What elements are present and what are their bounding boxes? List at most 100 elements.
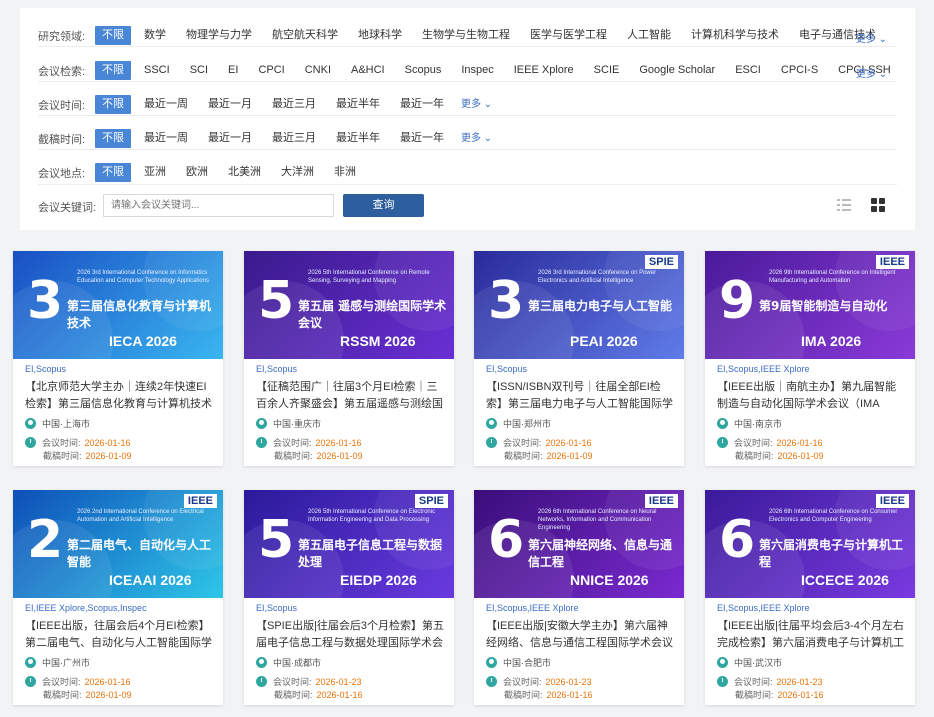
- banner-chinese-title: 第三届信息化教育与计算机技术: [67, 299, 212, 330]
- filter-option-index-1[interactable]: SSCI: [137, 61, 177, 80]
- banner-english-title: 2026 5th International Conference on Ele…: [308, 509, 436, 523]
- conference-banner-image[interactable]: 9 2026 9th International Conference on I…: [705, 251, 915, 359]
- submission-deadline: 截稿时间: 2026-01-16: [504, 690, 593, 700]
- conference-banner-image[interactable]: 3 2026 3rd International Conference on P…: [474, 251, 684, 359]
- banner-chinese-title: 第二届电气、自动化与人工智能: [67, 538, 212, 569]
- filter-label-deadline: 截稿时间:: [38, 134, 86, 146]
- conference-card[interactable]: 9 2026 9th International Conference on I…: [705, 251, 915, 466]
- conference-title-link[interactable]: 【IEEE出版｜南航主办】第九届智能制造与自动化国际学术会议（IMA 2026）: [717, 379, 907, 413]
- search-button[interactable]: 查询: [343, 194, 424, 217]
- conference-card[interactable]: 3 2026 3rd International Conference on P…: [474, 251, 684, 466]
- conference-card[interactable]: 6 2026 6th International Conference on C…: [705, 490, 915, 705]
- filter-option-deadline-1[interactable]: 最近一周: [137, 129, 195, 148]
- banner-acronym: RSSM 2026: [340, 333, 416, 349]
- filter-option-index-9[interactable]: IEEE Xplore: [507, 61, 581, 80]
- conference-card[interactable]: 3 2026 3rd International Conference on I…: [13, 251, 223, 466]
- conference-location: 中国·广州市: [25, 656, 90, 669]
- filter-option-fields-5[interactable]: 生物学与生物工程: [415, 26, 517, 45]
- conference-banner-image[interactable]: 3 2026 3rd International Conference on I…: [13, 251, 223, 359]
- conference-banner-image[interactable]: 2 2026 2nd International Conference on E…: [13, 490, 223, 598]
- filter-option-time-2[interactable]: 最近一月: [201, 95, 259, 114]
- filter-options-place: 不限 亚洲 欧洲 北美洲 大洋洲 非洲: [95, 163, 369, 182]
- filter-option-time-3[interactable]: 最近三月: [265, 95, 323, 114]
- divider: [38, 115, 897, 116]
- more-index-link[interactable]: 更多 ⌄: [856, 65, 887, 80]
- filter-option-index-5[interactable]: CNKI: [298, 61, 338, 80]
- filter-option-index-4[interactable]: CPCI: [251, 61, 291, 80]
- filter-option-fields-3[interactable]: 航空航天科学: [265, 26, 345, 45]
- publisher-badge: IEEE: [875, 255, 909, 269]
- banner-acronym: PEAI 2026: [570, 333, 638, 349]
- location-pin-icon: [256, 657, 267, 668]
- grid-view-icon[interactable]: [871, 198, 885, 212]
- more-fields-link[interactable]: 更多 ⌄: [856, 30, 887, 45]
- conference-title-link[interactable]: 【IEEE出版|往届平均会后3-4个月左右完成检索】第六届消费电子与计算机工程: [717, 618, 907, 652]
- keyword-search-input[interactable]: [103, 194, 334, 217]
- filter-option-index-11[interactable]: Google Scholar: [632, 61, 722, 80]
- conference-title-link[interactable]: 【征稿范围广｜往届3个月EI检索｜三百余人齐聚盛会】第五届遥感与测绘国际学术会议: [256, 379, 446, 413]
- filter-option-place-1[interactable]: 亚洲: [137, 163, 173, 182]
- conference-title-link[interactable]: 【ISSN/ISBN双刊号｜往届全部EI检索】第三届电力电子与人工智能国际学术会…: [486, 379, 676, 413]
- filter-option-fields-8[interactable]: 计算机科学与技术: [684, 26, 786, 45]
- filter-option-time-5[interactable]: 最近一年: [393, 95, 451, 114]
- filter-option-index-10[interactable]: SCIE: [587, 61, 627, 80]
- list-view-icon[interactable]: [837, 198, 851, 212]
- filter-option-deadline-3[interactable]: 最近三月: [265, 129, 323, 148]
- divider: [38, 46, 897, 47]
- conference-date: 会议时间: 2026-01-23: [717, 675, 823, 688]
- filter-row-place: 会议地点: 不限 亚洲 欧洲 北美洲 大洋洲 非洲: [20, 153, 915, 187]
- conference-location: 中国·重庆市: [256, 417, 321, 430]
- filter-option-deadline-5[interactable]: 最近一年: [393, 129, 451, 148]
- banner-edition-number: 5: [258, 510, 295, 570]
- filter-option-index-2[interactable]: SCI: [183, 61, 215, 80]
- filter-option-place-5[interactable]: 非洲: [327, 163, 363, 182]
- filter-option-place-2[interactable]: 欧洲: [179, 163, 215, 182]
- filter-option-index-8[interactable]: Inspec: [454, 61, 500, 80]
- conference-title-link[interactable]: 【IEEE出版|安徽大学主办】第六届神经网络、信息与通信工程国际学术会议（N: [486, 618, 676, 652]
- conference-card[interactable]: 5 2026 5th International Conference on E…: [244, 490, 454, 705]
- conference-title-link[interactable]: 【北京师范大学主办｜连续2年快速EI检索】第三届信息化教育与计算机技术国际学术会…: [25, 379, 215, 413]
- filter-option-fields-2[interactable]: 物理学与力学: [179, 26, 259, 45]
- conference-banner-image[interactable]: 5 2026 5th International Conference on E…: [244, 490, 454, 598]
- conference-title-link[interactable]: 【SPIE出版|往届会后3个月检索】第五届电子信息工程与数据处理国际学术会议: [256, 618, 446, 652]
- filter-option-time-1[interactable]: 最近一周: [137, 95, 195, 114]
- filter-option-fields-1[interactable]: 数学: [137, 26, 173, 45]
- filter-option-deadline-2[interactable]: 最近一月: [201, 129, 259, 148]
- location-pin-icon: [717, 657, 728, 668]
- conference-card[interactable]: 2 2026 2nd International Conference on E…: [13, 490, 223, 705]
- conference-title-link[interactable]: 【IEEE出版，往届会后4个月EI检索】第二届电气、自动化与人工智能国际学术会议: [25, 618, 215, 652]
- filter-option-deadline-4[interactable]: 最近半年: [329, 129, 387, 148]
- filter-option-place-4[interactable]: 大洋洲: [274, 163, 321, 182]
- filter-option-index-0[interactable]: 不限: [95, 61, 131, 80]
- location-pin-icon: [717, 418, 728, 429]
- filter-option-index-13[interactable]: CPCI-S: [774, 61, 825, 80]
- filter-option-index-7[interactable]: Scopus: [398, 61, 449, 80]
- conference-banner-image[interactable]: 5 2026 5th International Conference on R…: [244, 251, 454, 359]
- more-time-link[interactable]: 更多 ⌄: [461, 95, 492, 110]
- conference-banner-image[interactable]: 6 2026 6th International Conference on N…: [474, 490, 684, 598]
- conference-date: 会议时间: 2026-01-16: [25, 436, 131, 449]
- filter-option-deadline-0[interactable]: 不限: [95, 129, 131, 148]
- conference-card[interactable]: 5 2026 5th International Conference on R…: [244, 251, 454, 466]
- filter-option-time-4[interactable]: 最近半年: [329, 95, 387, 114]
- filter-option-index-12[interactable]: ESCI: [728, 61, 768, 80]
- submission-deadline: 截稿时间: 2026-01-09: [504, 451, 593, 461]
- more-deadline-link[interactable]: 更多 ⌄: [461, 129, 492, 144]
- filter-option-time-0[interactable]: 不限: [95, 95, 131, 114]
- filter-option-fields-7[interactable]: 人工智能: [620, 26, 678, 45]
- filter-option-index-6[interactable]: A&HCI: [344, 61, 392, 80]
- filter-option-fields-4[interactable]: 地球科学: [351, 26, 409, 45]
- clock-icon: [256, 676, 267, 687]
- filter-option-place-0[interactable]: 不限: [95, 163, 131, 182]
- filter-row-time: 会议时间: 不限 最近一周 最近一月 最近三月 最近半年 最近一年 更多 ⌄: [20, 85, 915, 119]
- filter-option-fields-6[interactable]: 医学与医学工程: [523, 26, 614, 45]
- filter-option-index-3[interactable]: EI: [221, 61, 245, 80]
- submission-deadline: 截稿时间: 2026-01-09: [43, 690, 132, 700]
- conference-banner-image[interactable]: 6 2026 6th International Conference on C…: [705, 490, 915, 598]
- filter-option-fields-0[interactable]: 不限: [95, 26, 131, 45]
- conference-card[interactable]: 6 2026 6th International Conference on N…: [474, 490, 684, 705]
- conference-date: 会议时间: 2026-01-16: [717, 436, 823, 449]
- conference-location: 中国·成都市: [256, 656, 321, 669]
- filter-option-place-3[interactable]: 北美洲: [221, 163, 268, 182]
- banner-chinese-title: 第五届 遥感与测绘国际学术会议: [298, 299, 447, 330]
